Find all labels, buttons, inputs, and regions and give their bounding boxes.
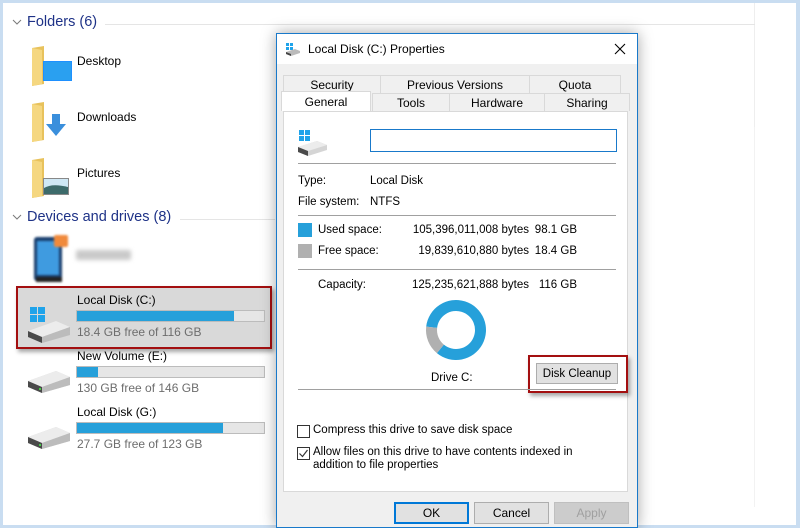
compress-label: Compress this drive to save disk space: [313, 424, 513, 436]
group-title: Folders (6): [27, 14, 98, 30]
disk-cleanup-highlight: Disk Cleanup: [528, 355, 628, 393]
drive-usage-bar: [76, 366, 265, 378]
divider: [298, 269, 616, 270]
drive-item-e[interactable]: New Volume (E:) 130 GB free of 146 GB: [20, 349, 270, 399]
filesystem-label: File system:: [298, 196, 360, 208]
folder-item-pictures[interactable]: Pictures: [30, 156, 120, 200]
group-title: Devices and drives (8): [27, 209, 172, 225]
dialog-title: Local Disk (C:) Properties: [308, 42, 445, 56]
blurred-device-name: [76, 250, 131, 260]
free-space-gb: 18.4 GB: [534, 245, 577, 257]
drive-item-c[interactable]: Local Disk (C:) 18.4 GB free of 116 GB: [20, 293, 270, 343]
drive-name: New Volume (E:): [77, 349, 168, 363]
downloads-folder-icon: [32, 102, 66, 142]
compress-option[interactable]: Compress this drive to save disk space: [297, 424, 613, 438]
disk-cleanup-button[interactable]: Disk Cleanup: [536, 363, 618, 384]
column-divider: [754, 3, 755, 127]
group-divider: [105, 24, 755, 25]
folder-item-desktop[interactable]: Desktop: [30, 44, 121, 88]
type-label: Type:: [298, 175, 327, 187]
drive-free-space: 18.4 GB free of 116 GB: [77, 325, 202, 339]
general-tab-panel: Type: Local Disk File system: NTFS Used …: [283, 111, 628, 492]
column-divider: [754, 127, 755, 507]
folder-name: Desktop: [77, 54, 122, 68]
type-value: Local Disk: [370, 175, 424, 187]
tab-sharing[interactable]: Sharing: [544, 93, 630, 111]
drive-free-space: 27.7 GB free of 123 GB: [77, 437, 203, 451]
tab-tools[interactable]: Tools: [372, 93, 450, 111]
dialog-titlebar[interactable]: Local Disk (C:) Properties: [277, 34, 637, 64]
folder-item-downloads[interactable]: Downloads: [30, 100, 136, 144]
drive-name: Local Disk (G:): [77, 405, 157, 419]
group-divider: [180, 219, 275, 220]
divider: [298, 163, 616, 164]
drive-usage-bar: [76, 310, 265, 322]
device-item-blurred[interactable]: [32, 233, 72, 286]
tab-row-2: General Tools Hardware Sharing: [281, 91, 630, 111]
drive-title-icon: [286, 43, 300, 56]
drive-icon: [28, 427, 70, 449]
folder-name: Downloads: [77, 110, 137, 124]
windows-drive-icon: [28, 307, 70, 343]
folder-name: Pictures: [77, 166, 121, 180]
drive-name-input[interactable]: [370, 129, 617, 152]
compress-checkbox[interactable]: [297, 425, 310, 438]
free-space-bytes: 19,839,610,880 bytes: [418, 245, 529, 257]
pictures-folder-icon: [32, 158, 69, 198]
divider: [298, 389, 616, 390]
chevron-down-icon: [12, 19, 22, 25]
capacity-label: Capacity:: [318, 279, 366, 291]
usage-donut-chart: [426, 300, 486, 360]
used-space-bytes: 105,396,011,008 bytes: [412, 224, 529, 236]
used-space-label: Used space:: [318, 224, 382, 236]
apply-button[interactable]: Apply: [554, 502, 629, 524]
ok-button[interactable]: OK: [394, 502, 469, 524]
tab-general[interactable]: General: [281, 91, 371, 111]
index-option[interactable]: Allow files on this drive to have conten…: [297, 446, 613, 472]
close-icon: [614, 43, 626, 55]
capacity-gb: 116 GB: [538, 279, 577, 291]
drive-usage-bar: [76, 422, 265, 434]
phone-device-icon: [34, 235, 68, 282]
tab-hardware[interactable]: Hardware: [449, 93, 545, 111]
drive-icon: [28, 371, 70, 393]
checkmark-icon: [299, 449, 308, 458]
used-space-gb: 98.1 GB: [534, 224, 577, 236]
used-space-swatch: [298, 223, 312, 237]
index-label: Allow files on this drive to have conten…: [313, 446, 573, 471]
tab-previous-versions[interactable]: Previous Versions: [380, 75, 530, 93]
desktop-folder-icon: [32, 46, 72, 86]
free-space-label: Free space:: [318, 245, 379, 257]
tab-quota[interactable]: Quota: [529, 75, 621, 93]
filesystem-value: NTFS: [370, 196, 401, 208]
properties-dialog: Local Disk (C:) Properties Security Prev…: [276, 33, 638, 528]
group-header-devices[interactable]: Devices and drives (8): [12, 209, 171, 225]
index-checkbox[interactable]: [297, 447, 310, 460]
capacity-bytes: 125,235,621,888 bytes: [411, 279, 529, 291]
group-header-folders[interactable]: Folders (6): [12, 14, 97, 30]
free-space-swatch: [298, 244, 312, 258]
close-button[interactable]: [611, 40, 629, 58]
windows-drive-icon: [298, 130, 327, 156]
drive-name: Local Disk (C:): [77, 293, 156, 307]
drive-free-space: 130 GB free of 146 GB: [77, 381, 200, 395]
chevron-down-icon: [12, 214, 22, 220]
divider: [298, 215, 616, 216]
drive-label: Drive C:: [431, 372, 473, 384]
cancel-button[interactable]: Cancel: [474, 502, 549, 524]
drive-item-g[interactable]: Local Disk (G:) 27.7 GB free of 123 GB: [20, 405, 270, 455]
